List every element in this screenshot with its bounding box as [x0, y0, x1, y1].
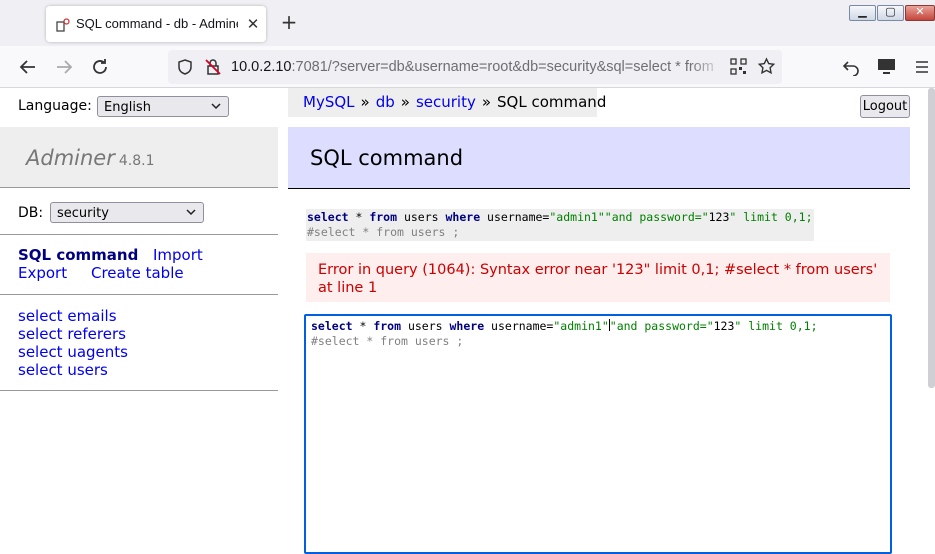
breadcrumb-separator: » [400, 93, 410, 111]
executed-query: select * from users where username="admi… [306, 209, 814, 241]
version: 4.8.1 [118, 153, 155, 169]
tab-title: SQL command - db - Adminer [76, 16, 238, 31]
sql-editor[interactable]: select * from users where username="admi… [304, 314, 892, 554]
error-message: Error in query (1064): Syntax error near… [306, 253, 890, 302]
reload-icon[interactable] [89, 56, 111, 78]
breadcrumb-current: SQL command [497, 93, 607, 111]
monitor-icon[interactable] [877, 58, 896, 75]
sql-string: "and password=" [604, 210, 709, 224]
sql-keyword: from [373, 319, 402, 333]
shield-icon[interactable] [176, 58, 194, 76]
new-tab-icon[interactable]: + [279, 12, 299, 32]
editor-line-1: select * from users where username="admi… [311, 319, 885, 334]
db-select-value: security [57, 206, 109, 221]
sql-text: * [348, 210, 370, 224]
language-select-value: English [104, 100, 151, 115]
logo-text: Adminer [26, 146, 115, 170]
breadcrumb: MySQL » db » security » SQL command [288, 88, 606, 117]
sql-text: users [401, 319, 450, 333]
sql-keyword: select [311, 319, 353, 333]
sql-string: "and password=" [609, 319, 714, 333]
sql-text: username= [480, 210, 550, 224]
language-label: Language: [18, 98, 92, 114]
adminer-page: Language: English Adminer 4.8.1 DB: secur… [0, 88, 935, 554]
table-link-referers[interactable]: select referers [18, 325, 128, 343]
db-label: DB: [18, 205, 44, 221]
sql-keyword: where [449, 319, 485, 333]
url-fade [690, 52, 724, 82]
tables-list: select emails select referers select uag… [18, 307, 128, 379]
sql-string: " limit 0,1; [734, 319, 818, 333]
adminer-favicon-icon [56, 18, 70, 32]
undo-arrow-icon[interactable] [842, 58, 860, 76]
import-link[interactable]: Import [153, 246, 203, 264]
sql-comment: #select * from users ; [307, 225, 460, 239]
hamburger-menu-icon[interactable] [914, 59, 930, 75]
page-title: SQL command [310, 146, 464, 170]
sql-text: username= [484, 319, 554, 333]
sql-text: 123 [708, 210, 730, 224]
sql-text: users [397, 210, 446, 224]
sql-keyword: where [445, 210, 481, 224]
window-minimize-button[interactable]: ▁ [849, 5, 876, 21]
breadcrumb-separator: » [360, 93, 370, 111]
editor-line-2: #select * from users ; [311, 334, 464, 348]
divider [0, 294, 278, 295]
qr-code-icon[interactable] [730, 58, 747, 75]
vertical-scrollbar[interactable] [928, 88, 935, 388]
breadcrumb-security[interactable]: security [416, 93, 476, 111]
sql-keyword: select [307, 210, 349, 224]
chevron-down-icon [211, 103, 221, 110]
sql-text: 123 [713, 319, 735, 333]
window-maximize-button[interactable]: ▢ [877, 5, 904, 21]
adminer-logo[interactable]: Adminer 4.8.1 [26, 146, 154, 170]
title-box: SQL command [288, 127, 910, 189]
sql-text: * [352, 319, 374, 333]
breadcrumb-db[interactable]: db [376, 93, 395, 111]
logout-button[interactable]: Logout [860, 95, 910, 118]
db-select[interactable]: security [50, 202, 204, 223]
breadcrumb-mysql[interactable]: MySQL [303, 93, 355, 111]
divider [0, 234, 278, 235]
divider [0, 390, 278, 391]
chevron-down-icon [186, 209, 196, 216]
breadcrumb-separator: » [481, 93, 492, 111]
forward-arrow-icon[interactable] [53, 56, 75, 78]
bookmark-star-icon[interactable] [757, 57, 776, 76]
sql-string: " limit 0,1; [729, 210, 813, 224]
sql-command-link[interactable]: SQL command [18, 246, 138, 264]
export-link[interactable]: Export [18, 264, 67, 282]
window-close-button[interactable]: ✕ [905, 5, 935, 21]
sql-string: "admin1" [549, 210, 605, 224]
table-link-emails[interactable]: select emails [18, 307, 128, 325]
insecure-lock-icon[interactable] [204, 58, 222, 76]
language-select[interactable]: English [97, 96, 229, 117]
url-text[interactable]: 10.0.2.10:7081/?server=db&username=root&… [231, 59, 721, 75]
tab-bar: SQL command - db - Adminer ✕ + ▁ ▢ ✕ [0, 0, 935, 46]
active-tab[interactable]: SQL command - db - Adminer ✕ [46, 6, 266, 42]
close-tab-icon[interactable]: ✕ [245, 16, 261, 32]
table-link-users[interactable]: select users [18, 361, 128, 379]
back-arrow-icon[interactable] [17, 56, 39, 78]
table-link-uagents[interactable]: select uagents [18, 343, 128, 361]
sql-keyword: from [369, 210, 398, 224]
logo-box: Adminer 4.8.1 [0, 127, 278, 188]
sql-string: "admin1" [553, 319, 609, 333]
create-table-link[interactable]: Create table [91, 264, 184, 282]
